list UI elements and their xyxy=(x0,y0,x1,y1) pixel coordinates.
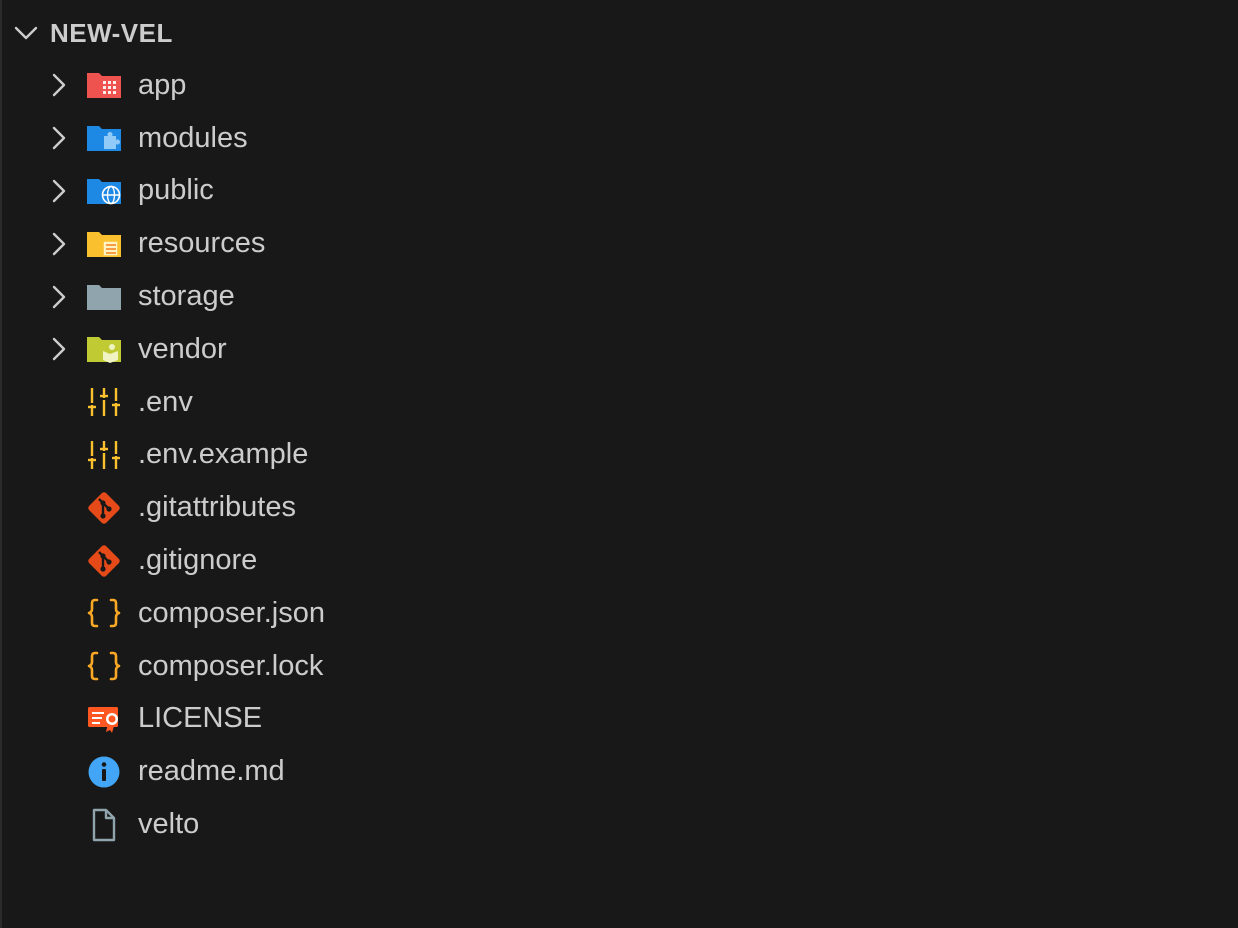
tree-folder-modules[interactable]: modules xyxy=(2,112,1238,165)
file-tree: app modules public resources storage ven… xyxy=(2,59,1238,851)
file-icon xyxy=(86,807,122,843)
tree-item-label: resources xyxy=(138,227,266,260)
tree-item-label: composer.json xyxy=(138,596,325,629)
tree-file-gitattributes[interactable]: .gitattributes xyxy=(2,481,1238,534)
info-icon xyxy=(86,754,122,790)
tree-item-label: modules xyxy=(138,121,248,154)
tree-item-label: readme.md xyxy=(138,755,285,788)
tree-item-label: public xyxy=(138,174,214,207)
tree-folder-public[interactable]: public xyxy=(2,165,1238,218)
chevron-right-icon[interactable] xyxy=(45,124,73,152)
folder-app-icon xyxy=(86,67,122,103)
tree-file-gitignore[interactable]: .gitignore xyxy=(2,534,1238,587)
tree-item-label: .env.example xyxy=(138,438,309,471)
tree-file-env[interactable]: .env xyxy=(2,376,1238,429)
folder-public-icon xyxy=(86,173,122,209)
chevron-down-icon[interactable] xyxy=(12,19,40,47)
tree-item-label: .gitattributes xyxy=(138,491,296,524)
tree-item-label: storage xyxy=(138,280,235,313)
folder-vendor-icon xyxy=(86,331,122,367)
json-braces-icon xyxy=(86,595,122,631)
tree-item-label: app xyxy=(138,68,187,101)
license-icon xyxy=(86,701,122,737)
chevron-right-icon[interactable] xyxy=(45,283,73,311)
chevron-right-icon[interactable] xyxy=(45,177,73,205)
tree-folder-storage[interactable]: storage xyxy=(2,270,1238,323)
tree-file-readme[interactable]: readme.md xyxy=(2,745,1238,798)
tree-item-label: LICENSE xyxy=(138,702,263,735)
tree-file-velto[interactable]: velto xyxy=(2,798,1238,851)
env-settings-icon xyxy=(86,437,122,473)
tree-item-label: composer.lock xyxy=(138,649,324,682)
explorer-root-header[interactable]: NEW-VEL xyxy=(12,12,173,54)
chevron-right-icon[interactable] xyxy=(45,71,73,99)
env-settings-icon xyxy=(86,384,122,420)
tree-folder-resources[interactable]: resources xyxy=(2,217,1238,270)
git-icon xyxy=(86,543,122,579)
explorer-root-title: NEW-VEL xyxy=(50,17,173,48)
git-icon xyxy=(86,490,122,526)
chevron-right-icon[interactable] xyxy=(45,335,73,363)
tree-item-label: velto xyxy=(138,808,200,841)
tree-file-env-example[interactable]: .env.example xyxy=(2,429,1238,482)
chevron-right-icon[interactable] xyxy=(45,230,73,258)
tree-folder-vendor[interactable]: vendor xyxy=(2,323,1238,376)
tree-item-label: vendor xyxy=(138,332,227,365)
folder-resources-icon xyxy=(86,226,122,262)
folder-modules-icon xyxy=(86,120,122,156)
json-braces-icon xyxy=(86,648,122,684)
tree-item-label: .gitignore xyxy=(138,544,258,577)
tree-folder-app[interactable]: app xyxy=(2,59,1238,112)
tree-file-license[interactable]: LICENSE xyxy=(2,693,1238,746)
tree-file-composer-lock[interactable]: composer.lock xyxy=(2,640,1238,693)
folder-storage-icon xyxy=(86,279,122,315)
file-explorer: NEW-VEL app modules public resources sto… xyxy=(0,0,1238,928)
tree-file-composer-json[interactable]: composer.json xyxy=(2,587,1238,640)
tree-item-label: .env xyxy=(138,385,193,418)
